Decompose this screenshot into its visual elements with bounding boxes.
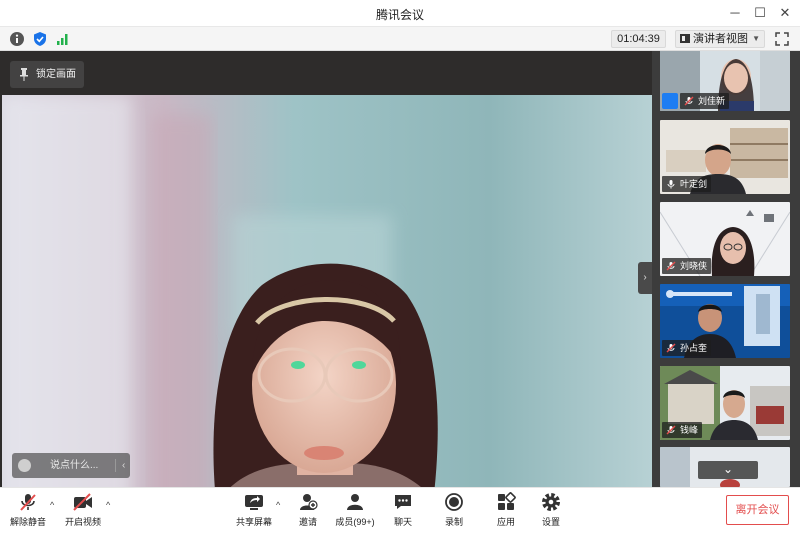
share-screen-label: 共享屏幕 bbox=[235, 517, 272, 527]
pin-icon bbox=[20, 68, 28, 81]
chat-placeholder: 说点什么... bbox=[50, 460, 99, 471]
participant-name-tag: 刘佳新 bbox=[680, 93, 730, 109]
chevron-down-icon: ▼ bbox=[752, 34, 760, 43]
view-mode-label: 演讲者视图 bbox=[693, 33, 748, 45]
invite-label: 邀请 bbox=[298, 517, 317, 527]
settings-button[interactable]: 设置 bbox=[538, 492, 564, 532]
members-label: 成员(99+) bbox=[335, 517, 375, 527]
video-options-caret[interactable]: ^ bbox=[106, 500, 110, 510]
mic-muted-icon bbox=[20, 494, 36, 511]
sidebar-toggle-button[interactable]: › bbox=[638, 262, 652, 294]
meeting-timer: 01:04:39 bbox=[611, 30, 666, 48]
participant-name-tag: 孙占奎 bbox=[662, 340, 712, 356]
participant-tile[interactable]: 孙占奎 bbox=[660, 284, 790, 358]
chat-label: 聊天 bbox=[393, 517, 412, 527]
participant-name: 刘晓侠 bbox=[680, 261, 708, 271]
scroll-down-button[interactable]: ⌄ bbox=[698, 461, 758, 479]
apps-button[interactable]: 应用 bbox=[493, 492, 519, 532]
add-person-icon bbox=[300, 494, 318, 510]
participant-tile[interactable]: 叶定剑 bbox=[660, 120, 790, 194]
share-options-caret[interactable]: ^ bbox=[276, 500, 280, 510]
bottom-toolbar: 解除静音 ^ 开启视频 ^ 共享屏幕 ^ 邀请 成员(99+) 聊天 录制 应用… bbox=[0, 487, 800, 533]
participant-tile[interactable]: 刘佳新 bbox=[660, 51, 790, 111]
title-bar: 腾讯会议 ─ ☐ ✕ bbox=[0, 0, 800, 27]
speaker-view-icon bbox=[680, 34, 690, 43]
meeting-window: 腾讯会议 ─ ☐ ✕ 01:04:39 演讲者视图 ▼ 锁定画面 说点什么...… bbox=[0, 0, 800, 533]
emoji-icon[interactable] bbox=[18, 459, 31, 472]
chat-button[interactable]: 聊天 bbox=[390, 492, 416, 532]
share-screen-button[interactable]: 共享屏幕 bbox=[234, 492, 274, 532]
view-mode-dropdown[interactable]: 演讲者视图 ▼ bbox=[675, 30, 765, 48]
signal-strength-icon[interactable] bbox=[55, 31, 71, 47]
participant-tile[interactable]: ⌄ bbox=[660, 447, 790, 487]
participant-name-tag: 叶定剑 bbox=[662, 176, 712, 192]
mic-icon bbox=[667, 180, 675, 189]
participant-name: 钱峰 bbox=[680, 425, 699, 435]
window-title: 腾讯会议 bbox=[375, 8, 424, 22]
unmute-button[interactable]: 解除静音 bbox=[8, 492, 48, 532]
camera-off-icon bbox=[73, 493, 92, 511]
fullscreen-icon[interactable] bbox=[774, 31, 790, 47]
leave-meeting-button[interactable]: 离开会议 bbox=[726, 495, 789, 525]
participant-name: 孙占奎 bbox=[680, 343, 708, 353]
lock-view-label: 锁定画面 bbox=[36, 69, 76, 80]
minimize-button[interactable]: ─ bbox=[724, 3, 746, 23]
security-shield-icon[interactable] bbox=[32, 31, 48, 47]
invite-button[interactable]: 邀请 bbox=[292, 492, 324, 532]
info-icon[interactable] bbox=[9, 31, 25, 47]
unmute-label: 解除静音 bbox=[9, 517, 46, 527]
mic-muted-icon bbox=[666, 343, 676, 353]
self-avatar-icon bbox=[662, 93, 678, 109]
participant-tile[interactable]: 钱峰 bbox=[660, 366, 790, 440]
start-video-button[interactable]: 开启视频 bbox=[62, 492, 104, 532]
apps-label: 应用 bbox=[496, 517, 515, 527]
settings-label: 设置 bbox=[541, 517, 560, 527]
chat-bubble-icon bbox=[395, 495, 411, 509]
members-icon bbox=[347, 494, 363, 510]
main-video-area: 锁定画面 说点什么... ‹ bbox=[0, 51, 652, 511]
participant-sidebar: 刘佳新 叶定剑 刘晓侠 孙占奎 钱峰 ⌄ bbox=[652, 51, 800, 487]
record-icon bbox=[445, 493, 463, 511]
apps-grid-icon bbox=[498, 492, 516, 510]
lock-view-button[interactable]: 锁定画面 bbox=[10, 61, 84, 88]
participant-tile[interactable]: 刘晓侠 bbox=[660, 202, 790, 276]
start-video-label: 开启视频 bbox=[64, 517, 101, 527]
participant-name-tag: 钱峰 bbox=[662, 422, 703, 438]
speaker-video-frame bbox=[2, 95, 652, 511]
close-button[interactable]: ✕ bbox=[774, 3, 796, 23]
record-label: 录制 bbox=[444, 517, 463, 527]
participant-name: 刘佳新 bbox=[698, 96, 726, 106]
mic-muted-icon bbox=[666, 425, 676, 435]
mic-muted-icon bbox=[666, 261, 676, 271]
quick-chat-input[interactable]: 说点什么... ‹ bbox=[12, 453, 130, 478]
audio-options-caret[interactable]: ^ bbox=[50, 500, 54, 510]
chat-divider bbox=[115, 459, 116, 472]
share-screen-icon bbox=[245, 495, 263, 510]
members-button[interactable]: 成员(99+) bbox=[333, 492, 377, 532]
participant-name: 叶定剑 bbox=[680, 179, 708, 189]
participant-name-tag: 刘晓侠 bbox=[662, 258, 712, 274]
collapse-chat-button[interactable]: ‹ bbox=[122, 453, 125, 478]
mic-muted-icon bbox=[684, 96, 694, 106]
status-bar: 01:04:39 演讲者视图 ▼ bbox=[0, 27, 800, 51]
speaker-video[interactable] bbox=[2, 95, 652, 511]
maximize-button[interactable]: ☐ bbox=[749, 3, 771, 23]
gear-icon bbox=[542, 493, 560, 511]
record-button[interactable]: 录制 bbox=[441, 492, 467, 532]
